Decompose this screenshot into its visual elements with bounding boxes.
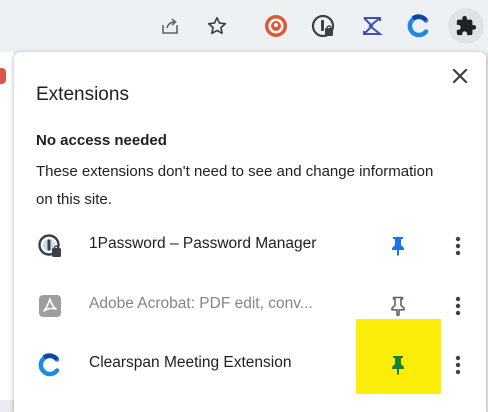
- 1password-icon: [38, 234, 62, 258]
- more-options-button-clearspan[interactable]: [444, 351, 472, 379]
- bookmark-star-icon[interactable]: [201, 10, 233, 42]
- section-description: These extensions don't need to see and c…: [36, 163, 434, 208]
- more-vert-icon: [455, 236, 461, 256]
- extension-name: Clearspan Meeting Extension: [89, 354, 292, 371]
- more-vert-icon: [455, 355, 461, 375]
- duckduckgo-icon[interactable]: [260, 10, 292, 42]
- sigma-icon[interactable]: [356, 10, 388, 42]
- pin-button-adobe-acrobat[interactable]: [384, 292, 412, 320]
- pin-icon: [392, 237, 404, 256]
- extensions-puzzle-icon[interactable]: [448, 8, 484, 44]
- adobe-acrobat-icon: [38, 294, 62, 318]
- pin-button-1password[interactable]: [384, 232, 412, 260]
- pin-button-clearspan[interactable]: [384, 351, 412, 379]
- popup-title: Extensions: [36, 84, 129, 105]
- extension-row-adobe-acrobat[interactable]: Adobe Acrobat: PDF edit, conv...: [14, 278, 486, 332]
- extension-row-1password[interactable]: 1Password – Password Manager: [14, 218, 486, 272]
- clearspan-icon: [38, 353, 62, 377]
- section-title: No access needed: [36, 132, 167, 149]
- more-options-button-1password[interactable]: [444, 232, 472, 260]
- extensions-popup: Extensions No access needed These extens…: [14, 52, 486, 412]
- more-options-button-adobe-acrobat[interactable]: [444, 292, 472, 320]
- close-button[interactable]: [446, 62, 474, 90]
- browser-toolbar: [0, 0, 488, 52]
- pin-icon: [392, 356, 404, 375]
- background-page: [0, 52, 14, 400]
- extension-name: Adobe Acrobat: PDF edit, conv...: [89, 295, 313, 312]
- share-icon[interactable]: [154, 10, 186, 42]
- 1password-icon[interactable]: [307, 10, 339, 42]
- extension-name: 1Password – Password Manager: [89, 235, 317, 252]
- more-vert-icon: [455, 296, 461, 316]
- close-icon: [452, 68, 468, 84]
- background-tab-fragment: [0, 68, 6, 84]
- extension-row-clearspan[interactable]: Clearspan Meeting Extension: [14, 337, 486, 391]
- clearspan-icon[interactable]: [403, 10, 435, 42]
- pin-outline-icon: [391, 296, 405, 316]
